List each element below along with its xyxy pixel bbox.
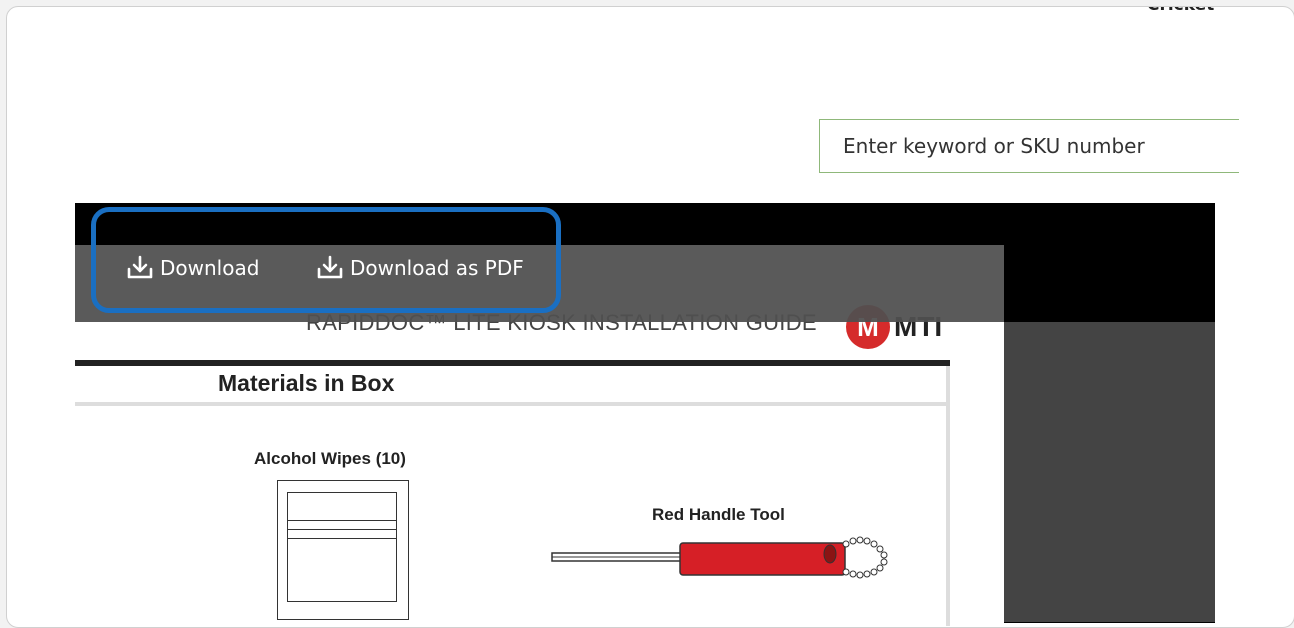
- item-label-red-handle-tool: Red Handle Tool: [652, 505, 785, 524]
- highlight-annotation: [91, 207, 561, 313]
- viewer-side-panel: [1004, 322, 1215, 622]
- section-title: Materials in Box: [218, 370, 395, 396]
- section-divider: [75, 402, 950, 406]
- alcohol-wipes-inner: [287, 492, 397, 602]
- search-input[interactable]: Enter keyword or SKU number: [819, 119, 1239, 173]
- red-handle-tool-illustration: [551, 536, 888, 579]
- wipes-line: [287, 520, 397, 521]
- section-border: [946, 366, 950, 626]
- section-rule: [75, 360, 950, 366]
- item-label-alcohol-wipes: Alcohol Wipes (10): [254, 449, 406, 468]
- wipes-line: [287, 529, 397, 530]
- header-cut-off-text: Cricket: [1147, 7, 1214, 15]
- wipes-line: [287, 538, 397, 539]
